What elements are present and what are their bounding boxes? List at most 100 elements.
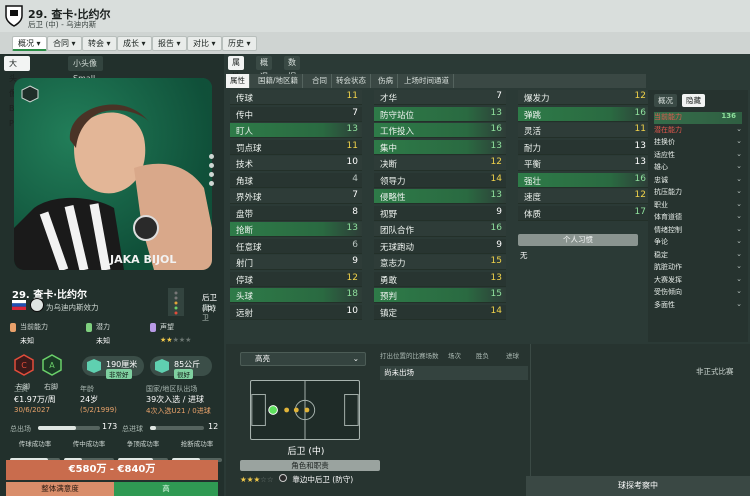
attribute-table: 传球 11 传中 7 盯人 13 罚点球 11 技术 10 角球 4 界外球 7 盘带 8 抢断 13 任意球 6 射门… xyxy=(226,90,650,326)
attribute-row[interactable]: 决断 12 xyxy=(374,156,506,171)
highlight-dropdown[interactable]: 高亮 ⌄ xyxy=(240,352,366,366)
attribute-row[interactable]: 任意球 6 xyxy=(230,238,362,254)
attribute-row[interactable]: 才华 7 xyxy=(374,90,506,105)
menu-reports[interactable]: 报告 ▾ xyxy=(152,36,187,51)
attrtab-contract[interactable]: 合同 xyxy=(308,74,332,88)
hidden-attribute-row[interactable]: 争论 ⌄ xyxy=(654,237,742,249)
hidden-attribute-row[interactable]: 肮脏动作 ⌄ xyxy=(654,262,742,274)
tab-attributes[interactable]: 属性 xyxy=(228,56,244,81)
menu-transfer[interactable]: 转会 ▾ xyxy=(82,36,117,51)
tab-big-pic[interactable]: 大头像 Big-Pic xyxy=(4,56,30,128)
attrtab-attributes[interactable]: 属性 xyxy=(226,74,250,88)
attribute-row[interactable]: 传球 11 xyxy=(230,90,362,105)
attribute-row[interactable]: 意志力 15 xyxy=(374,255,506,270)
attribute-name: 抢断 xyxy=(236,226,254,236)
menu-compare[interactable]: 对比 ▾ xyxy=(187,36,222,51)
portrait-pager[interactable] xyxy=(209,154,214,194)
attribute-value: 13 xyxy=(490,190,502,200)
attribute-row[interactable]: 头球 18 xyxy=(230,288,362,303)
hidden-attribute-row[interactable]: 受伤倾向 ⌄ xyxy=(654,287,742,299)
hidden-attribute-row[interactable]: 职业 ⌄ xyxy=(654,200,742,212)
attribute-row[interactable]: 停球 12 xyxy=(230,271,362,287)
attribute-value: 9 xyxy=(496,206,502,217)
attribute-row[interactable]: 工作投入 16 xyxy=(374,123,506,138)
hidden-attribute-row[interactable]: 大赛发挥 ⌄ xyxy=(654,275,742,287)
player-summary-panel: 大头像 Big-Pic 小头像 Small-Pic JAKA BIJOL xyxy=(0,54,224,496)
attrtab-nationality[interactable]: 国籍/地区籍 xyxy=(254,74,304,88)
attribute-row[interactable]: 防守站位 13 xyxy=(374,106,506,122)
attribute-row[interactable]: 角球 4 xyxy=(230,172,362,188)
hidden-attribute-name: 抗压能力 xyxy=(654,188,682,196)
hidden-attribute-row[interactable]: 雄心 ⌄ xyxy=(654,162,742,174)
attribute-row[interactable]: 耐力 13 xyxy=(518,139,650,155)
menu-overview[interactable]: 概况 ▾ xyxy=(12,36,47,51)
attribute-row[interactable]: 强壮 16 xyxy=(518,172,650,188)
hidden-attribute-row[interactable]: 稳定 ⌄ xyxy=(654,250,742,262)
bottom-section: 高亮 ⌄ 后卫 (中) 角色和职责 ★★★☆☆ 靠边中后卫 (防守) 打出位置的比… xyxy=(226,344,750,496)
attribute-row[interactable]: 视野 9 xyxy=(374,205,506,221)
menu-history[interactable]: 历史 ▾ xyxy=(222,36,257,51)
attribute-row[interactable]: 勇敢 13 xyxy=(374,271,506,287)
attribute-row[interactable]: 集中 13 xyxy=(374,139,506,155)
attribute-row[interactable]: 侵略性 13 xyxy=(374,189,506,204)
attribute-row[interactable]: 抢断 13 xyxy=(230,222,362,237)
current-ability-chip xyxy=(10,323,16,332)
attrtab-playing-time[interactable]: 上场时间通道 xyxy=(400,74,454,88)
apps-label: 总出场 xyxy=(10,425,31,433)
attribute-value: 13 xyxy=(634,157,646,167)
attribute-row[interactable]: 爆发力 12 xyxy=(518,90,650,105)
attribute-row[interactable]: 技术 10 xyxy=(230,156,362,171)
attribute-row[interactable]: 平衡 13 xyxy=(518,156,650,171)
attribute-row[interactable]: 体质 17 xyxy=(518,205,650,221)
attribute-row[interactable]: 团队合作 16 xyxy=(374,222,506,237)
menu-contract[interactable]: 合同 ▾ xyxy=(47,36,82,51)
svg-text:C: C xyxy=(21,361,27,370)
hidden-attribute-row[interactable]: 抗压能力 ⌄ xyxy=(654,187,742,199)
attrtab-injury[interactable]: 伤病 xyxy=(374,74,398,88)
hidden-attribute-row[interactable]: 情绪控制 ⌄ xyxy=(654,225,742,237)
attribute-row[interactable]: 弹跳 16 xyxy=(518,106,650,122)
hidden-attribute-row[interactable]: 多面性 ⌄ xyxy=(654,300,742,312)
attribute-row[interactable]: 预判 15 xyxy=(374,288,506,303)
chevron-down-icon: ⌄ xyxy=(736,162,742,170)
attribute-value: 16 xyxy=(634,107,646,118)
attribute-value: 13 xyxy=(346,223,358,233)
attribute-name: 爆发力 xyxy=(524,94,550,104)
hidden-attribute-row[interactable]: 适应性 ⌄ xyxy=(654,150,742,162)
nationality-flag-icon xyxy=(12,300,26,310)
hidden-attribute-row[interactable]: 潜在能力 ⌄ xyxy=(654,125,742,137)
tab-small-pic[interactable]: 小头像 Small-Pic xyxy=(68,56,104,98)
attribute-row[interactable]: 传中 7 xyxy=(230,106,362,122)
attribute-row[interactable]: 盘带 8 xyxy=(230,205,362,221)
attrtab-transfer-status[interactable]: 转会状态 xyxy=(332,74,371,88)
sidetab-overview[interactable]: 概况 xyxy=(654,94,677,107)
left-foot-icon: C xyxy=(14,354,34,376)
attribute-name: 镇定 xyxy=(380,308,398,319)
attribute-row[interactable]: 灵活 11 xyxy=(518,123,650,138)
attribute-name: 才华 xyxy=(380,94,398,104)
attribute-row[interactable]: 罚点球 11 xyxy=(230,139,362,155)
attribute-row[interactable]: 镇定 14 xyxy=(374,304,506,320)
attribute-row[interactable]: 盯人 13 xyxy=(230,123,362,138)
player-traits-button[interactable]: 个人习惯 xyxy=(518,234,638,246)
sidetab-hidden[interactable]: 隐藏 xyxy=(682,94,705,107)
attribute-row[interactable]: 速度 12 xyxy=(518,189,650,204)
tab-overview[interactable]: 概况 xyxy=(256,56,272,81)
hidden-attribute-row[interactable]: 忠诚 ⌄ xyxy=(654,175,742,187)
hidden-attribute-name: 忠诚 xyxy=(654,175,668,184)
menu-development[interactable]: 成长 ▾ xyxy=(117,36,152,51)
attribute-name: 预判 xyxy=(380,292,398,302)
tab-stats[interactable]: 数据 xyxy=(284,56,300,81)
attribute-row[interactable]: 无球跑动 9 xyxy=(374,238,506,254)
attribute-row[interactable]: 射门 9 xyxy=(230,255,362,270)
hidden-attribute-row[interactable]: 当前能力 136 xyxy=(654,112,742,124)
satisfaction-bar[interactable]: 整体满意度 高 xyxy=(6,482,218,496)
attribute-row[interactable]: 远射 10 xyxy=(230,304,362,320)
hidden-attribute-row[interactable]: 体育道德 ⌄ xyxy=(654,212,742,224)
attribute-row[interactable]: 界外球 7 xyxy=(230,189,362,204)
roles-duties-button[interactable]: 角色和职责 xyxy=(240,460,380,471)
attribute-row[interactable]: 领导力 14 xyxy=(374,172,506,188)
hidden-attribute-row[interactable]: 挂换价 ⌄ xyxy=(654,137,742,149)
attribute-value: 12 xyxy=(346,272,358,283)
role-row[interactable]: ★★★☆☆ 靠边中后卫 (防守) xyxy=(240,474,380,488)
